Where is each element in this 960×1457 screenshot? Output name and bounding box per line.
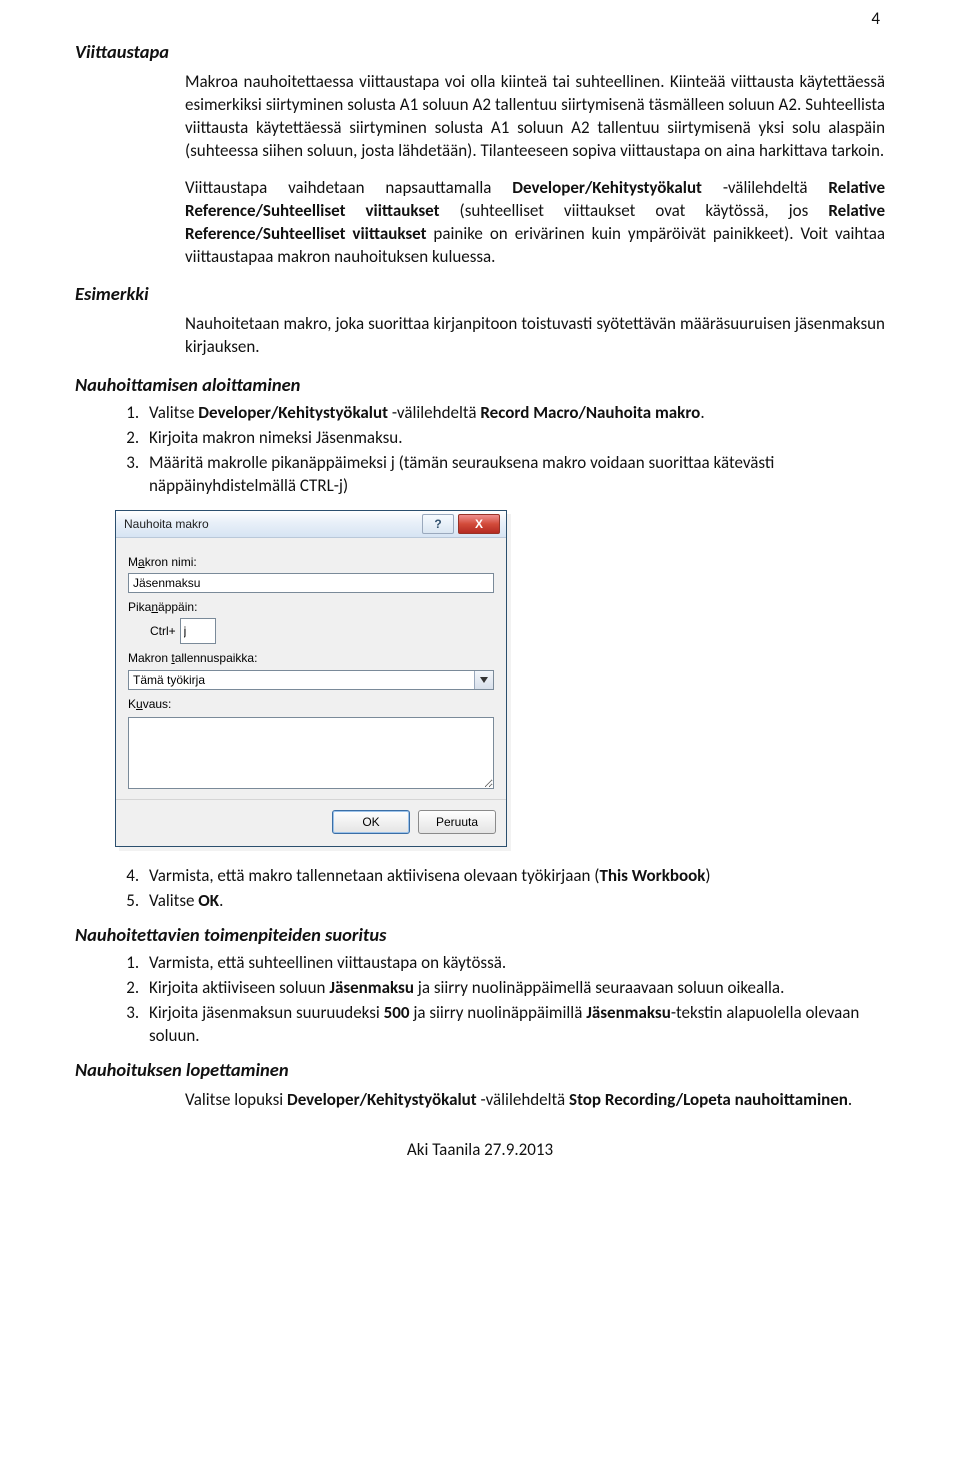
chevron-down-icon bbox=[480, 677, 488, 683]
bold: 500 bbox=[384, 1002, 410, 1023]
text: kron nimi: bbox=[145, 555, 197, 569]
text: Määritä makrolle pikanäppäimeksi j (tämä… bbox=[149, 452, 774, 496]
text: ja siirry nuolinäppäimillä bbox=[409, 1002, 586, 1023]
combo-dropdown-button[interactable] bbox=[474, 671, 493, 689]
text: . bbox=[700, 402, 704, 423]
bold: OK bbox=[198, 890, 219, 911]
page-number: 4 bbox=[871, 8, 880, 31]
accelerator: a bbox=[138, 555, 145, 569]
list-item: Määritä makrolle pikanäppäimeksi j (tämä… bbox=[143, 452, 885, 498]
text: (suhteelliset viittaukset ovat käytössä,… bbox=[440, 200, 829, 221]
list-item: Kirjoita makron nimeksi Jäsenmaksu. bbox=[143, 427, 885, 450]
list-aloittaminen: Valitse Developer/Kehitystyökalut -välil… bbox=[115, 402, 885, 498]
text: Viittaustapa vaihdetaan napsauttamalla bbox=[185, 177, 512, 198]
list-item: Varmista, että makro tallennetaan aktiiv… bbox=[143, 865, 885, 888]
description-input[interactable] bbox=[128, 717, 494, 789]
heading-lopettaminen: Nauhoituksen lopettaminen bbox=[75, 1058, 885, 1083]
text: -välilehdeltä bbox=[392, 402, 481, 423]
text: M bbox=[128, 555, 138, 569]
paragraph: Nauhoitetaan makro, joka suorittaa kirja… bbox=[185, 313, 885, 359]
text: -välilehdeltä bbox=[481, 1089, 570, 1110]
close-icon: X bbox=[475, 516, 483, 532]
text: Makron bbox=[128, 651, 171, 665]
page-footer: Aki Taanila 27.9.2013 bbox=[75, 1139, 885, 1162]
bold: Stop Recording/Lopeta nauhoittaminen bbox=[569, 1089, 848, 1110]
bold: Jäsenmaksu bbox=[586, 1002, 671, 1023]
text: Kirjoita aktiiviseen soluun bbox=[149, 977, 329, 998]
text: allennuspaikka: bbox=[175, 651, 258, 665]
list-toimenpiteet: Varmista, että suhteellinen viittaustapa… bbox=[115, 952, 885, 1048]
section-lopettaminen: Valitse lopuksi Developer/Kehitystyökalu… bbox=[185, 1089, 885, 1112]
paragraph: Makroa nauhoitettaessa viittaustapa voi … bbox=[185, 71, 885, 163]
ok-button[interactable]: OK bbox=[332, 810, 410, 834]
text: Kirjoita jäsenmaksun suuruudeksi bbox=[149, 1002, 384, 1023]
text: . bbox=[219, 890, 223, 911]
bold: Developer/Kehitystyökalut bbox=[287, 1089, 481, 1110]
record-macro-dialog: Nauhoita makro ? X Makron nimi: Pikanäpp… bbox=[115, 510, 507, 847]
text: ja siirry nuolinäppäimellä seuraavaan so… bbox=[414, 977, 784, 998]
text: . bbox=[848, 1089, 852, 1110]
heading-esimerkki: Esimerkki bbox=[75, 282, 885, 307]
macro-name-input[interactable] bbox=[128, 573, 494, 593]
heading-toimenpiteet: Nauhoitettavien toimenpiteiden suoritus bbox=[75, 923, 885, 948]
store-label: Makron tallennuspaikka: bbox=[128, 650, 494, 666]
text: -välilehdeltä bbox=[723, 177, 829, 198]
bold: Developer/Kehitystyökalut bbox=[198, 402, 392, 423]
text: Valitse bbox=[149, 402, 198, 423]
heading-viittaustapa: Viittaustapa bbox=[75, 40, 885, 65]
description-label: Kuvaus: bbox=[128, 696, 494, 712]
bold: Jäsenmaksu bbox=[329, 977, 414, 998]
list-item: Kirjoita aktiiviseen soluun Jäsenmaksu j… bbox=[143, 977, 885, 1000]
cancel-button[interactable]: Peruuta bbox=[418, 810, 496, 834]
bold: This Workbook bbox=[599, 865, 705, 886]
text: Varmista, että makro tallennetaan aktiiv… bbox=[149, 865, 599, 886]
paragraph: Valitse lopuksi Developer/Kehitystyökalu… bbox=[185, 1089, 885, 1112]
dialog-title: Nauhoita makro bbox=[124, 516, 418, 532]
section-viittaustapa: Makroa nauhoitettaessa viittaustapa voi … bbox=[185, 71, 885, 269]
dialog-button-row: OK Peruuta bbox=[116, 799, 506, 846]
list-item: Varmista, että suhteellinen viittaustapa… bbox=[143, 952, 885, 975]
shortcut-label: Pikanäppäin: bbox=[128, 599, 494, 615]
bold: Developer/Kehitystyökalut bbox=[512, 177, 723, 198]
text: ) bbox=[705, 865, 710, 886]
list-aloittaminen-cont: Varmista, että makro tallennetaan aktiiv… bbox=[115, 865, 885, 913]
dialog-body: Makron nimi: Pikanäppäin: Ctrl+ Makron t… bbox=[116, 538, 506, 799]
store-combo-input[interactable] bbox=[128, 670, 494, 690]
macro-name-label: Makron nimi: bbox=[128, 554, 494, 570]
text: Pika bbox=[128, 600, 151, 614]
text: vaus: bbox=[143, 697, 172, 711]
text: äppäin: bbox=[158, 600, 197, 614]
ctrl-prefix: Ctrl+ bbox=[150, 623, 176, 639]
text: Valitse lopuksi bbox=[185, 1089, 287, 1110]
list-item: Kirjoita jäsenmaksun suuruudeksi 500 ja … bbox=[143, 1002, 885, 1048]
text-ctrl: CTRL bbox=[300, 475, 334, 496]
help-icon: ? bbox=[434, 516, 441, 532]
shortcut-input[interactable] bbox=[180, 618, 216, 644]
bold: Record Macro/Nauhoita makro bbox=[480, 402, 700, 423]
text: -j) bbox=[334, 475, 348, 496]
list-item: Valitse Developer/Kehitystyökalut -välil… bbox=[143, 402, 885, 425]
paragraph: Viittaustapa vaihdetaan napsauttamalla D… bbox=[185, 177, 885, 269]
heading-aloittaminen: Nauhoittamisen aloittaminen bbox=[75, 373, 885, 398]
store-combo[interactable] bbox=[128, 670, 494, 690]
page: 4 Viittaustapa Makroa nauhoitettaessa vi… bbox=[0, 0, 960, 1457]
text: K bbox=[128, 697, 136, 711]
list-item: Valitse OK. bbox=[143, 890, 885, 913]
section-esimerkki: Nauhoitetaan makro, joka suorittaa kirja… bbox=[185, 313, 885, 359]
text: Valitse bbox=[149, 890, 198, 911]
accelerator: u bbox=[136, 697, 143, 711]
shortcut-row: Ctrl+ bbox=[150, 618, 494, 644]
close-button[interactable]: X bbox=[458, 514, 500, 534]
dialog-titlebar: Nauhoita makro ? X bbox=[116, 511, 506, 538]
help-button[interactable]: ? bbox=[422, 514, 454, 534]
